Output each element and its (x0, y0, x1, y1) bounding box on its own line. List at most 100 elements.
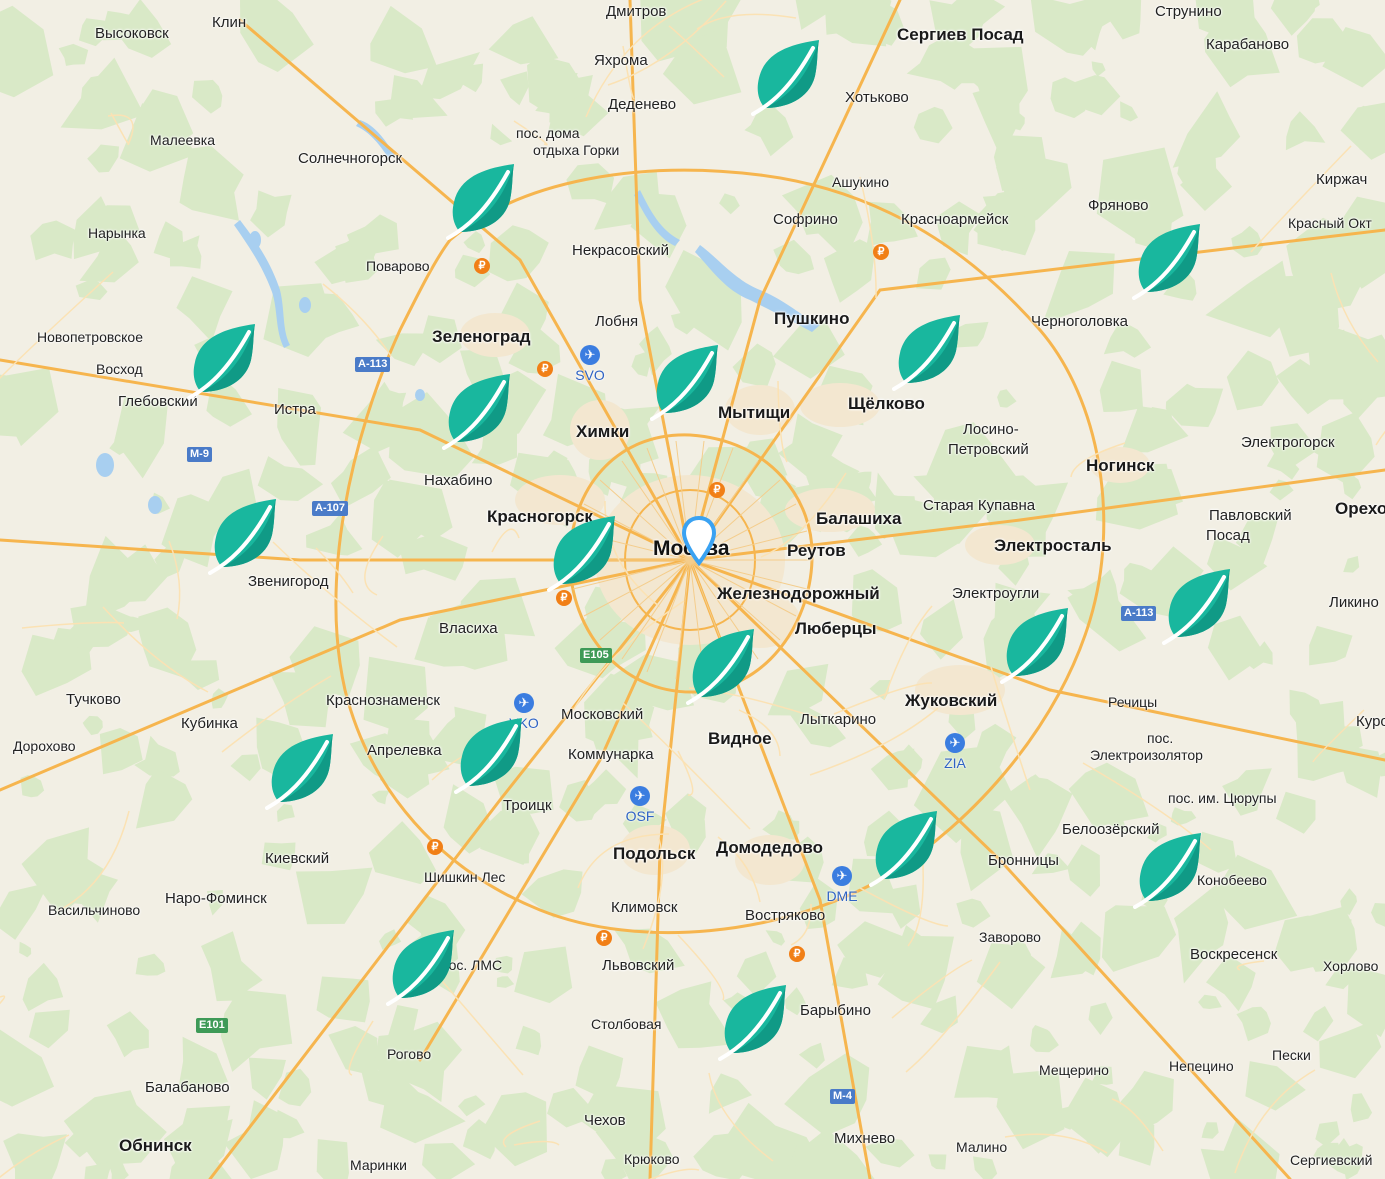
place-label: Электроугли (952, 585, 1040, 602)
place-label: Лосино- (963, 421, 1019, 438)
place-label: Тучково (66, 691, 121, 708)
route-shield: A-113 (1121, 606, 1157, 621)
place-label: Люберцы (795, 619, 877, 638)
place-label: Красный Окт (1288, 215, 1372, 231)
airplane-icon: ✈ (832, 866, 852, 886)
place-label: Лыткарино (800, 711, 877, 728)
place-label: Ногинск (1086, 456, 1155, 475)
place-label: Обнинск (119, 1136, 192, 1155)
airport-marker[interactable]: ✈ DME (820, 866, 864, 904)
toll-ruble-icon[interactable]: ₽ (789, 946, 805, 962)
toll-ruble-icon[interactable]: ₽ (709, 482, 725, 498)
place-label: Крюково (624, 1151, 680, 1167)
airplane-icon: ✈ (945, 733, 965, 753)
place-label: Глебовский (118, 393, 198, 410)
place-label: Васильчиново (48, 902, 141, 918)
place-label: Щёлково (848, 394, 925, 413)
leaf-icon[interactable] (686, 627, 758, 705)
lake (96, 453, 114, 477)
place-label: Мытищи (718, 403, 791, 422)
place-label: Московский (561, 706, 644, 723)
leaf-icon[interactable] (547, 514, 619, 592)
leaf-icon[interactable] (718, 983, 790, 1061)
leaf-icon[interactable] (386, 928, 458, 1006)
place-label: Нахабино (424, 472, 493, 489)
place-label: Нарынка (88, 225, 146, 241)
place-label: Львовский (602, 957, 675, 974)
forest-patch (316, 1139, 349, 1179)
place-label: Деденево (608, 96, 677, 113)
toll-ruble-icon[interactable]: ₽ (427, 839, 443, 855)
toll-ruble-icon[interactable]: ₽ (474, 258, 490, 274)
place-label: Краснознаменск (326, 692, 440, 709)
place-label: Шишкин Лес (424, 869, 506, 885)
toll-ruble-icon[interactable]: ₽ (537, 361, 553, 377)
airport-marker[interactable]: ✈ ZIA (933, 733, 977, 771)
leaf-icon[interactable] (265, 732, 337, 810)
route-shield: M-9 (187, 447, 212, 462)
airport-marker[interactable]: ✈ OSF (618, 786, 662, 824)
place-label: Востряково (745, 907, 826, 924)
leaf-icon[interactable] (1132, 222, 1204, 300)
place-label: Черноголовка (1031, 313, 1128, 330)
place-label: Кубинка (181, 715, 238, 732)
place-label: Старая Купавна (923, 497, 1036, 514)
place-label: Барыбино (800, 1002, 871, 1019)
place-label: Куров (1356, 713, 1385, 730)
place-label: Апрелевка (367, 742, 442, 759)
place-label: Красноармейск (901, 211, 1009, 228)
place-label: Восход (96, 361, 143, 377)
airport-code: ZIA (944, 755, 966, 771)
lake (415, 389, 425, 401)
map-canvas[interactable]: Дмитров Струнино Клин Высоковск Сергиев Поса… (0, 0, 1385, 1179)
place-label: Чехов (584, 1112, 626, 1129)
place-label: Яхрома (594, 52, 648, 69)
place-label: Речицы (1108, 694, 1158, 710)
leaf-icon[interactable] (892, 313, 964, 391)
place-label: Троицк (503, 797, 552, 814)
place-label: отдыха Горки (533, 142, 620, 158)
airport-code: OSF (625, 808, 655, 824)
place-label: Химки (576, 422, 630, 441)
place-label: пос. (1147, 730, 1174, 746)
lake (299, 297, 311, 313)
leaf-icon[interactable] (442, 372, 514, 450)
place-label: Реутов (787, 541, 846, 560)
leaf-icon[interactable] (869, 809, 941, 887)
airport-marker[interactable]: ✈ SVO (568, 345, 612, 383)
forest-patch (993, 134, 1051, 191)
leaf-icon[interactable] (1133, 831, 1205, 909)
leaf-icon[interactable] (446, 162, 518, 240)
place-label: Жуковский (905, 691, 998, 710)
airport-code: DME (826, 888, 858, 904)
leaf-icon[interactable] (454, 716, 526, 794)
place-label: Непецино (1169, 1058, 1234, 1074)
leaf-icon[interactable] (187, 322, 259, 400)
leaf-icon[interactable] (751, 38, 823, 116)
leaf-icon[interactable] (1162, 567, 1234, 645)
place-label: Звенигород (248, 573, 329, 590)
place-label: Истра (274, 401, 316, 418)
leaf-icon[interactable] (208, 497, 280, 575)
toll-ruble-icon[interactable]: ₽ (873, 244, 889, 260)
place-label: Посад (1206, 527, 1250, 544)
route-shield: M-4 (830, 1089, 855, 1104)
place-label: Киевский (265, 850, 330, 867)
place-label: Балашиха (816, 509, 902, 528)
location-pin-icon[interactable] (682, 516, 716, 566)
leaf-icon[interactable] (1000, 606, 1072, 684)
place-label: Некрасовский (572, 242, 670, 259)
leaf-icon[interactable] (650, 343, 722, 421)
place-label: Хорлово (1323, 958, 1379, 974)
place-label: Зеленоград (432, 327, 531, 346)
place-label: Новопетровское (37, 329, 143, 345)
place-label: Рогово (387, 1046, 432, 1062)
place-label: Пески (1272, 1047, 1311, 1063)
place-label: Подольск (613, 844, 696, 863)
place-label: Электрогорск (1241, 434, 1335, 451)
place-label: Поварово (366, 258, 430, 274)
toll-ruble-icon[interactable]: ₽ (556, 590, 572, 606)
airport-code: SVO (575, 367, 605, 383)
place-label: Власиха (439, 620, 498, 637)
toll-ruble-icon[interactable]: ₽ (596, 930, 612, 946)
